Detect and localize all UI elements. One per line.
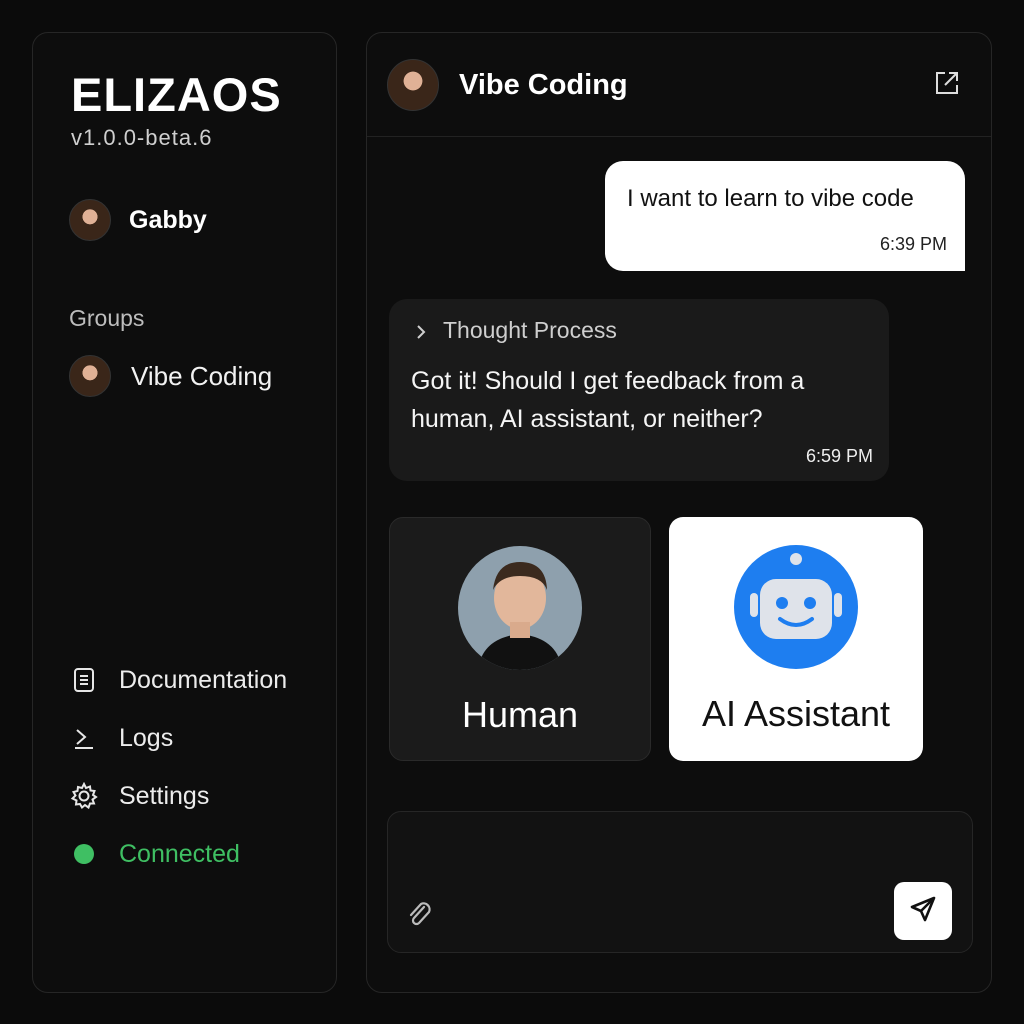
nav-documentation-label: Documentation bbox=[119, 665, 288, 694]
user-name: Gabby bbox=[129, 205, 207, 234]
choice-ai-assistant-button[interactable]: AI Assistant bbox=[669, 517, 923, 761]
send-icon bbox=[908, 894, 938, 929]
paperclip-icon[interactable] bbox=[404, 898, 434, 928]
connection-status-label: Connected bbox=[119, 839, 240, 868]
gear-icon bbox=[69, 781, 99, 811]
sidebar: ELIZAOS v1.0.0-beta.6 Gabby Groups Vibe … bbox=[32, 32, 337, 993]
nav-settings-label: Settings bbox=[119, 781, 210, 810]
robot-icon bbox=[734, 545, 858, 669]
document-icon bbox=[69, 665, 99, 695]
agent-message-time: 6:59 PM bbox=[805, 446, 873, 466]
human-avatar-icon bbox=[458, 546, 582, 670]
user-profile[interactable]: Gabby bbox=[69, 199, 207, 241]
group-avatar bbox=[69, 355, 111, 397]
chat-title: Vibe Coding bbox=[459, 69, 628, 101]
nav-settings[interactable]: Settings bbox=[69, 767, 329, 825]
choice-human-button[interactable]: Human bbox=[389, 517, 651, 761]
app-logo: ELIZAOS bbox=[71, 68, 282, 121]
agent-message-text: Got it! Should I get feedback from a hum… bbox=[411, 367, 805, 433]
open-external-icon[interactable] bbox=[933, 69, 961, 97]
user-message-text: I want to learn to vibe code bbox=[627, 185, 914, 212]
chat-avatar bbox=[387, 59, 439, 111]
user-message-time: 6:39 PM bbox=[879, 234, 947, 254]
send-button[interactable] bbox=[894, 882, 952, 940]
sidebar-item-vibe-coding[interactable]: Vibe Coding bbox=[69, 355, 272, 397]
agent-message: Thought Process Got it! Should I get fee… bbox=[389, 299, 889, 481]
user-avatar bbox=[69, 199, 111, 241]
thought-process-label: Thought Process bbox=[443, 317, 617, 343]
nav-documentation[interactable]: Documentation bbox=[69, 651, 329, 709]
choice-ai-assistant-label: AI Assistant bbox=[701, 693, 891, 734]
sidebar-nav: Documentation Logs Settings Connected bbox=[69, 651, 329, 883]
chat-header: Vibe Coding bbox=[367, 33, 991, 137]
terminal-icon bbox=[69, 723, 99, 753]
connection-status: Connected bbox=[69, 825, 329, 883]
user-message: I want to learn to vibe code 6:39 PM bbox=[605, 161, 965, 271]
nav-logs-label: Logs bbox=[119, 723, 174, 752]
app-version: v1.0.0-beta.6 bbox=[71, 125, 213, 150]
nav-logs[interactable]: Logs bbox=[69, 709, 329, 767]
status-dot-icon bbox=[69, 839, 99, 869]
chat-panel: Vibe Coding I want to learn to vibe code… bbox=[366, 32, 992, 993]
thought-process-toggle[interactable]: Thought Process bbox=[411, 317, 867, 344]
choice-human-label: Human bbox=[461, 694, 579, 735]
group-name: Vibe Coding bbox=[131, 360, 273, 391]
message-composer[interactable] bbox=[387, 811, 973, 953]
chevron-right-icon bbox=[411, 321, 431, 341]
groups-heading: Groups bbox=[69, 305, 145, 331]
